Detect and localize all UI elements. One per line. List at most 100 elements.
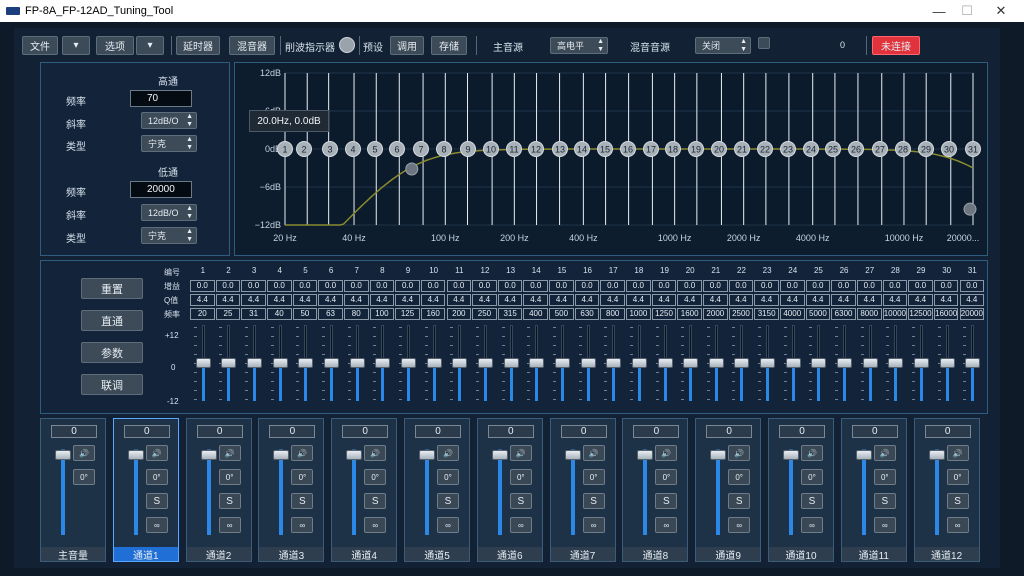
band-fader-knob[interactable]	[734, 358, 750, 368]
gain-cell[interactable]: 0.0	[318, 280, 343, 292]
channel-name[interactable]: 主音量	[41, 547, 105, 562]
speaker-icon[interactable]: 🔊	[728, 445, 751, 461]
channel-fader-knob[interactable]	[783, 450, 799, 460]
band-fader-knob[interactable]	[298, 358, 314, 368]
channel-name[interactable]: 通道2	[186, 547, 251, 562]
connect-button[interactable]: 未连接	[872, 36, 920, 55]
channel-volume-value[interactable]: 0	[560, 425, 607, 438]
freq-cell[interactable]: 800	[600, 308, 626, 320]
phase-button[interactable]: 0°	[728, 469, 751, 485]
band-fader-knob[interactable]	[837, 358, 853, 368]
link-icon[interactable]: ∞	[801, 517, 823, 533]
channel-volume-value[interactable]: 0	[851, 425, 898, 438]
phase-button[interactable]: 0°	[873, 469, 896, 485]
q-cell[interactable]: 4.4	[600, 294, 626, 306]
freq-cell[interactable]: 12500	[908, 308, 933, 320]
gain-cell[interactable]: 0.0	[831, 280, 856, 292]
channel-name[interactable]: 通道12	[914, 547, 979, 562]
freq-cell[interactable]: 40	[266, 308, 292, 320]
freq-cell[interactable]: 200	[446, 308, 472, 320]
mixer-button[interactable]: 混音器	[229, 36, 275, 55]
minimize-button[interactable]: —	[924, 0, 954, 22]
q-cell[interactable]: 4.4	[497, 294, 523, 306]
gain-cell[interactable]: 0.0	[754, 280, 779, 292]
channel-name[interactable]: 通道7	[550, 547, 615, 562]
gain-cell[interactable]: 0.0	[446, 280, 472, 292]
link-icon[interactable]: ∞	[509, 517, 532, 533]
channel-name[interactable]: 通道9	[696, 547, 761, 562]
freq-cell[interactable]: 315	[497, 308, 523, 320]
band-fader-knob[interactable]	[862, 358, 878, 368]
speaker-icon[interactable]: 🔊	[801, 445, 823, 461]
link-icon[interactable]: ∞	[291, 517, 314, 533]
channel-fader-knob[interactable]	[710, 450, 727, 460]
channel-name[interactable]: 通道4	[332, 547, 397, 562]
gain-cell[interactable]: 0.0	[549, 280, 574, 292]
channel-fader-knob[interactable]	[564, 450, 581, 460]
channel-name[interactable]: 通道5	[405, 547, 469, 562]
gain-cell[interactable]: 0.0	[933, 280, 959, 292]
band-fader-knob[interactable]	[349, 358, 365, 368]
eq-response-graph[interactable]: 12dB6dB0dB−6dB−12dB20 Hz40 Hz100 Hz200 H…	[234, 62, 988, 256]
channel-fader-knob[interactable]	[346, 450, 363, 460]
options-menu-button[interactable]: 选项	[96, 36, 134, 55]
freq-cell[interactable]: 1600	[677, 308, 702, 320]
q-cell[interactable]: 4.4	[395, 294, 420, 306]
freq-cell[interactable]: 3150	[754, 308, 779, 320]
speaker-icon[interactable]: 🔊	[145, 445, 168, 461]
band-fader-knob[interactable]	[760, 358, 776, 368]
phase-button[interactable]: 0°	[145, 469, 168, 485]
hp-type-select[interactable]: 宁克 ▲ ▼	[141, 135, 197, 152]
channel-volume-value[interactable]: 0	[633, 425, 680, 438]
link-icon[interactable]: ∞	[364, 517, 387, 533]
channel-fader-knob[interactable]	[928, 450, 945, 460]
channel-volume-value[interactable]: 0	[487, 425, 534, 438]
solo-button[interactable]: S	[873, 493, 896, 509]
q-cell[interactable]: 4.4	[190, 294, 215, 306]
phase-button[interactable]: 0°	[582, 469, 605, 485]
freq-cell[interactable]: 500	[549, 308, 574, 320]
speaker-icon[interactable]: 🔊	[582, 445, 605, 461]
band-fader-knob[interactable]	[683, 358, 699, 368]
gain-cell[interactable]: 0.0	[908, 280, 933, 292]
solo-button[interactable]: S	[801, 493, 823, 509]
lp-freq-input[interactable]: 20000	[130, 181, 192, 198]
q-cell[interactable]: 4.4	[959, 294, 985, 306]
band-fader-knob[interactable]	[631, 358, 647, 368]
channel-volume-value[interactable]: 0	[415, 425, 461, 438]
channel-name[interactable]: 通道6	[477, 547, 542, 562]
band-fader-knob[interactable]	[195, 358, 211, 368]
phase-button[interactable]: 0°	[364, 469, 387, 485]
gain-cell[interactable]: 0.0	[292, 280, 318, 292]
freq-cell[interactable]: 630	[574, 308, 600, 320]
band-fader-knob[interactable]	[785, 358, 801, 368]
q-cell[interactable]: 4.4	[523, 294, 549, 306]
solo-button[interactable]: S	[291, 493, 314, 509]
channel-name[interactable]: 通道3	[259, 547, 324, 562]
channel-fader-knob[interactable]	[637, 450, 654, 460]
q-cell[interactable]: 4.4	[703, 294, 728, 306]
freq-cell[interactable]: 2500	[728, 308, 754, 320]
gain-cell[interactable]: 0.0	[395, 280, 420, 292]
freq-cell[interactable]: 31	[241, 308, 266, 320]
q-cell[interactable]: 4.4	[728, 294, 754, 306]
q-cell[interactable]: 4.4	[266, 294, 292, 306]
delay-button[interactable]: 延时器	[176, 36, 220, 55]
band-fader-knob[interactable]	[939, 358, 955, 368]
phase-button[interactable]: 0°	[218, 469, 241, 485]
q-cell[interactable]: 4.4	[882, 294, 908, 306]
q-cell[interactable]: 4.4	[343, 294, 369, 306]
freq-cell[interactable]: 10000	[882, 308, 908, 320]
solo-button[interactable]: S	[946, 493, 969, 509]
channel-volume-value[interactable]: 0	[706, 425, 753, 438]
eq-graph-svg[interactable]: 12dB6dB0dB−6dB−12dB20 Hz40 Hz100 Hz200 H…	[235, 63, 987, 255]
q-cell[interactable]: 4.4	[933, 294, 959, 306]
gain-cell[interactable]: 0.0	[805, 280, 831, 292]
gain-cell[interactable]: 0.0	[241, 280, 266, 292]
freq-cell[interactable]: 125	[395, 308, 420, 320]
phase-button[interactable]: 0°	[73, 469, 95, 485]
params-button[interactable]: 参数	[81, 342, 143, 363]
store-button[interactable]: 存储	[431, 36, 467, 55]
freq-cell[interactable]: 1250	[651, 308, 677, 320]
link-icon[interactable]: ∞	[218, 517, 241, 533]
